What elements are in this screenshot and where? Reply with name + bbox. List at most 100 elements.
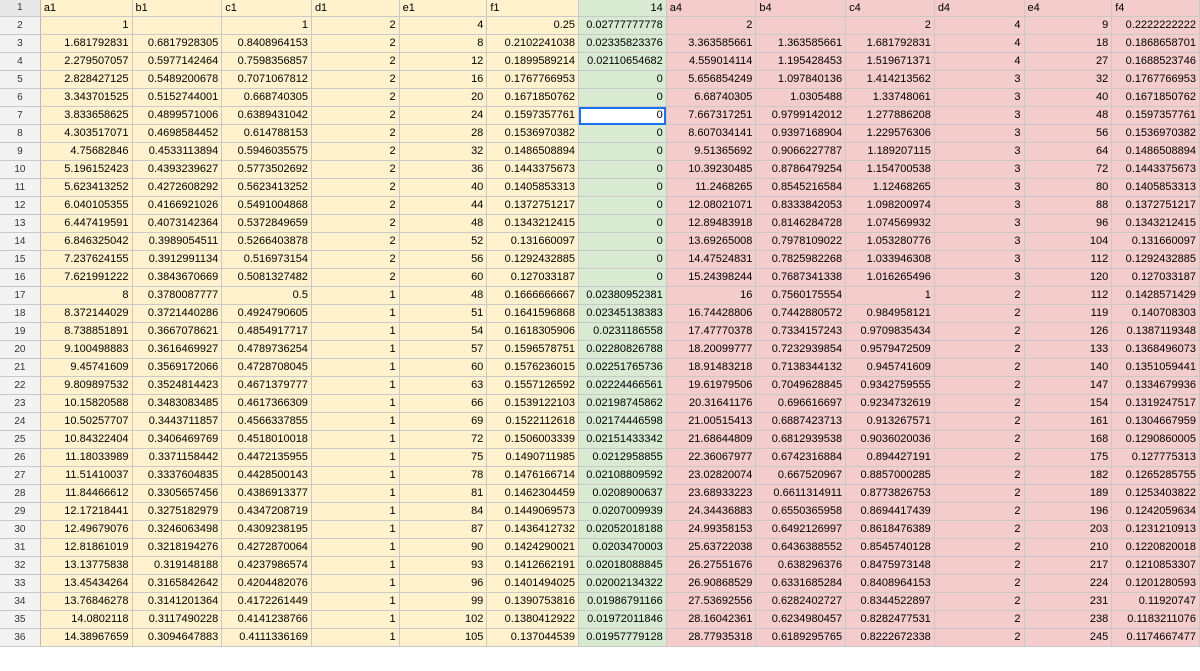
cell-h23[interactable]: 20.31641176 (666, 394, 757, 413)
cell-k36[interactable]: 2 (934, 628, 1025, 647)
cell-g25[interactable]: 0.02151433342 (578, 430, 667, 449)
cell-l20[interactable]: 133 (1024, 340, 1113, 359)
cell-h31[interactable]: 25.63722038 (666, 538, 757, 557)
cell-k17[interactable]: 2 (934, 286, 1025, 305)
cell-l24[interactable]: 161 (1024, 412, 1113, 431)
cell-i36[interactable]: 0.6189295765 (755, 628, 847, 647)
cell-a9[interactable]: 4.75682846 (40, 142, 133, 161)
cell-f6[interactable]: 0.1671850762 (486, 88, 580, 107)
cell-b29[interactable]: 0.3275182979 (132, 502, 223, 521)
cell-c26[interactable]: 0.4472135955 (221, 448, 312, 467)
cell-d33[interactable]: 1 (311, 574, 400, 593)
cell-c5[interactable]: 0.7071067812 (221, 70, 312, 89)
cell-g32[interactable]: 0.02018088845 (578, 556, 667, 575)
cell-d11[interactable]: 2 (311, 178, 400, 197)
cell-b10[interactable]: 0.4393239627 (132, 160, 223, 179)
cell-l16[interactable]: 120 (1024, 268, 1113, 287)
cell-h4[interactable]: 4.559014114 (666, 52, 757, 71)
cell-e33[interactable]: 96 (399, 574, 488, 593)
row-number-20[interactable]: 20 (0, 340, 41, 359)
cell-g14[interactable]: 0 (578, 232, 667, 251)
cell-h12[interactable]: 12.08021071 (666, 196, 757, 215)
cell-d23[interactable]: 1 (311, 394, 400, 413)
cell-c31[interactable]: 0.4272870064 (221, 538, 312, 557)
header-cell-d[interactable]: d1 (311, 0, 400, 17)
cell-a13[interactable]: 6.447419591 (40, 214, 133, 233)
cell-m33[interactable]: 0.1201280593 (1111, 574, 1200, 593)
cell-d32[interactable]: 1 (311, 556, 400, 575)
cell-h34[interactable]: 27.53692556 (666, 592, 757, 611)
cell-m9[interactable]: 0.1486508894 (1111, 142, 1200, 161)
cell-h3[interactable]: 3.363585661 (666, 34, 757, 53)
cell-c24[interactable]: 0.4566337855 (221, 412, 312, 431)
cell-b35[interactable]: 0.3117490228 (132, 610, 223, 629)
row-number-30[interactable]: 30 (0, 520, 41, 539)
cell-k27[interactable]: 2 (934, 466, 1025, 485)
cell-e13[interactable]: 48 (399, 214, 488, 233)
cell-m25[interactable]: 0.1290860005 (1111, 430, 1200, 449)
cell-j11[interactable]: 1.12468265 (845, 178, 935, 197)
cell-l2[interactable]: 9 (1024, 16, 1113, 35)
cell-c13[interactable]: 0.5372849659 (221, 214, 312, 233)
row-number-7[interactable]: 7 (0, 106, 41, 125)
row-number-4[interactable]: 4 (0, 52, 41, 71)
cell-d20[interactable]: 1 (311, 340, 400, 359)
cell-e15[interactable]: 56 (399, 250, 488, 269)
cell-m20[interactable]: 0.1368496073 (1111, 340, 1200, 359)
cell-f27[interactable]: 0.1476166714 (486, 466, 580, 485)
row-number-19[interactable]: 19 (0, 322, 41, 341)
cell-m14[interactable]: 0.131660097 (1111, 232, 1200, 251)
cell-l23[interactable]: 154 (1024, 394, 1113, 413)
cell-b5[interactable]: 0.5489200678 (132, 70, 223, 89)
cell-j19[interactable]: 0.9709835434 (845, 322, 935, 341)
cell-l12[interactable]: 88 (1024, 196, 1113, 215)
cell-h14[interactable]: 13.69265008 (666, 232, 757, 251)
cell-d7[interactable]: 2 (311, 106, 400, 125)
row-number-31[interactable]: 31 (0, 538, 41, 557)
cell-d15[interactable]: 2 (311, 250, 400, 269)
row-number-17[interactable]: 17 (0, 286, 41, 305)
cell-d21[interactable]: 1 (311, 358, 400, 377)
cell-h5[interactable]: 5.656854249 (666, 70, 757, 89)
cell-i35[interactable]: 0.6234980457 (755, 610, 847, 629)
cell-a21[interactable]: 9.45741609 (40, 358, 133, 377)
cell-c16[interactable]: 0.5081327482 (221, 268, 312, 287)
cell-b16[interactable]: 0.3843670669 (132, 268, 223, 287)
cell-h32[interactable]: 26.27551676 (666, 556, 757, 575)
cell-b21[interactable]: 0.3569172066 (132, 358, 223, 377)
row-number-9[interactable]: 9 (0, 142, 41, 161)
cell-h25[interactable]: 21.68644809 (666, 430, 757, 449)
cell-f36[interactable]: 0.137044539 (486, 628, 580, 647)
cell-b15[interactable]: 0.3912991134 (132, 250, 223, 269)
cell-i14[interactable]: 0.7978109022 (755, 232, 847, 251)
cell-j10[interactable]: 1.154700538 (845, 160, 935, 179)
row-number-3[interactable]: 3 (0, 34, 41, 53)
cell-l27[interactable]: 182 (1024, 466, 1113, 485)
cell-a19[interactable]: 8.738851891 (40, 322, 133, 341)
cell-i15[interactable]: 0.7825982268 (755, 250, 847, 269)
cell-i2[interactable] (755, 16, 847, 35)
cell-g13[interactable]: 0 (578, 214, 667, 233)
cell-f20[interactable]: 0.1596578751 (486, 340, 580, 359)
cell-b17[interactable]: 0.3780087777 (132, 286, 223, 305)
cell-j18[interactable]: 0.984958121 (845, 304, 935, 323)
cell-g3[interactable]: 0.02335823376 (578, 34, 667, 53)
cell-m5[interactable]: 0.1767766953 (1111, 70, 1200, 89)
cell-m18[interactable]: 0.140708303 (1111, 304, 1200, 323)
cell-a18[interactable]: 8.372144029 (40, 304, 133, 323)
cell-d22[interactable]: 1 (311, 376, 400, 395)
cell-b25[interactable]: 0.3406469769 (132, 430, 223, 449)
cell-e16[interactable]: 60 (399, 268, 488, 287)
cell-d5[interactable]: 2 (311, 70, 400, 89)
cell-e31[interactable]: 90 (399, 538, 488, 557)
cell-a31[interactable]: 12.81861019 (40, 538, 133, 557)
header-cell-b[interactable]: b1 (132, 0, 223, 17)
cell-i29[interactable]: 0.6550365958 (755, 502, 847, 521)
cell-a12[interactable]: 6.040105355 (40, 196, 133, 215)
cell-i33[interactable]: 0.6331685284 (755, 574, 847, 593)
cell-i13[interactable]: 0.8146284728 (755, 214, 847, 233)
header-cell-e[interactable]: e1 (399, 0, 488, 17)
cell-h11[interactable]: 11.2468265 (666, 178, 757, 197)
cell-m28[interactable]: 0.1253403822 (1111, 484, 1200, 503)
cell-a32[interactable]: 13.13775838 (40, 556, 133, 575)
